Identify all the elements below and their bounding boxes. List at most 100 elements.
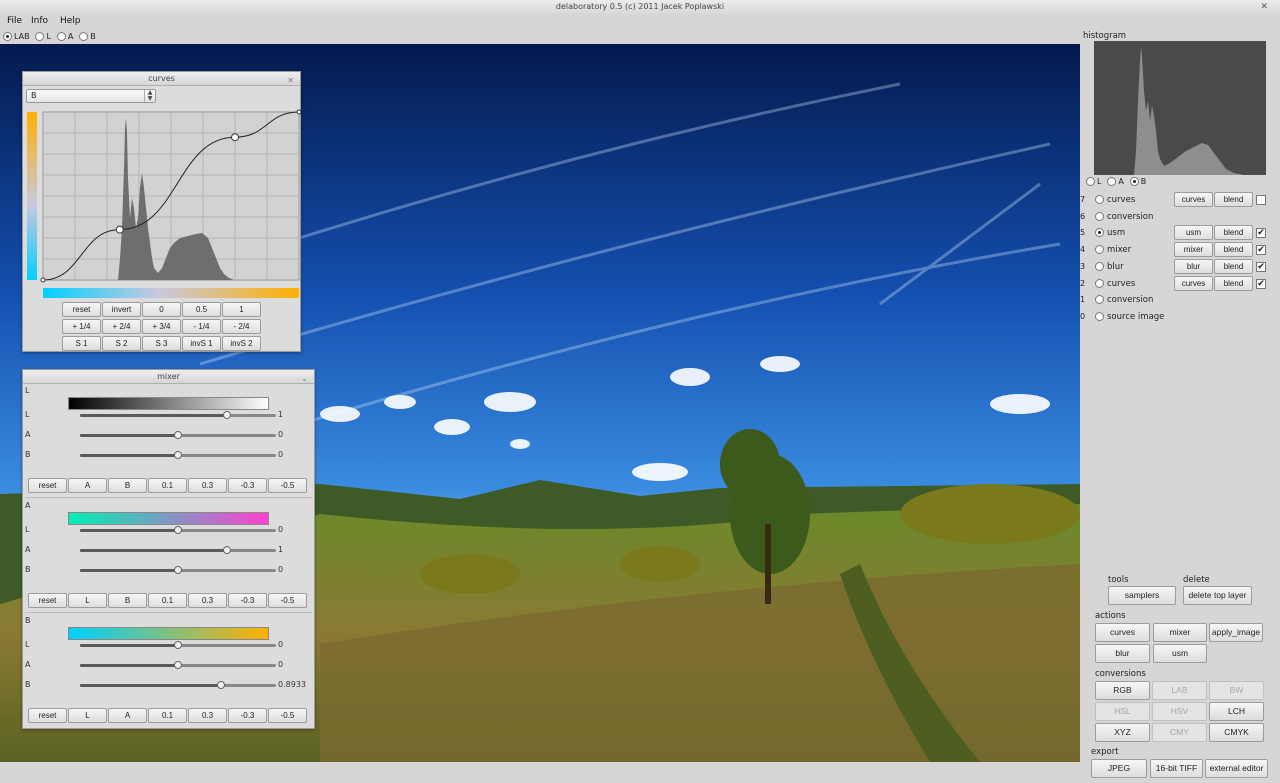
mixer-btn-l[interactable]: L xyxy=(68,708,107,723)
mixer-btn-a[interactable]: A xyxy=(108,708,147,723)
mixer-btn-reset[interactable]: reset xyxy=(28,593,67,608)
curves-btn-3-4[interactable]: + 3/4 xyxy=(142,319,181,334)
layer-row-usm[interactable]: 5 usm usm blend ✔ xyxy=(1080,225,1280,241)
menu-info[interactable]: Info xyxy=(31,16,48,26)
mixer-slider-thumb[interactable] xyxy=(174,526,182,534)
mixer-slider-thumb[interactable] xyxy=(174,641,182,649)
layer-enable-checkbox[interactable] xyxy=(1256,195,1266,205)
histogram-b-radio[interactable] xyxy=(1129,177,1139,186)
curves-btn-1-4[interactable]: - 1/4 xyxy=(182,319,221,334)
curves-btn-invs-1[interactable]: invS 1 xyxy=(182,336,221,351)
close-icon[interactable]: ✕ xyxy=(287,74,294,87)
action-usm-button[interactable]: usm xyxy=(1153,644,1207,663)
mixer-slider-thumb[interactable] xyxy=(174,661,182,669)
layer-row-curves[interactable]: 2 curves curves blend ✔ xyxy=(1080,275,1280,292)
action-mixer-button[interactable]: mixer xyxy=(1153,623,1207,642)
layer-blend-button[interactable]: blend xyxy=(1214,242,1253,258)
curves-btn-1[interactable]: 1 xyxy=(222,302,261,317)
menu-file[interactable]: File xyxy=(7,16,22,26)
layer-enable-checkbox[interactable]: ✔ xyxy=(1256,228,1266,239)
curves-btn-1-4[interactable]: + 1/4 xyxy=(62,319,101,334)
layer-row-mixer[interactable]: 4 mixer mixer blend ✔ xyxy=(1080,242,1280,258)
layer-row-source-image[interactable]: 0 source image xyxy=(1080,309,1280,325)
curves-btn-0[interactable]: 0 xyxy=(142,302,181,317)
layer-enable-checkbox[interactable]: ✔ xyxy=(1256,261,1266,272)
mode-l-radio[interactable] xyxy=(35,32,45,41)
layer-usm-button[interactable]: usm xyxy=(1174,225,1213,241)
export-tiff-button[interactable]: 16-bit TIFF xyxy=(1150,759,1203,778)
layer-select-radio[interactable] xyxy=(1095,211,1104,221)
mixer-slider[interactable] xyxy=(80,681,276,689)
mixer-btn-0-3[interactable]: 0.3 xyxy=(188,708,227,723)
layer-enable-checkbox[interactable]: ✔ xyxy=(1256,278,1266,289)
curve-control-point[interactable] xyxy=(40,277,46,283)
layer-row-conversion[interactable]: 1 conversion xyxy=(1080,292,1280,308)
mixer-slider[interactable] xyxy=(80,411,276,419)
layer-select-radio[interactable] xyxy=(1095,295,1104,305)
export-external-editor-button[interactable]: external editor xyxy=(1205,759,1268,778)
mode-b-radio[interactable] xyxy=(79,32,89,41)
mixer-btn-a[interactable]: A xyxy=(68,478,107,493)
layer-curves-button[interactable]: curves xyxy=(1174,275,1213,291)
action-curves-button[interactable]: curves xyxy=(1095,623,1150,642)
convert-cmyk-button[interactable]: CMYK xyxy=(1209,723,1264,742)
curves-btn-2-4[interactable]: + 2/4 xyxy=(102,319,141,334)
layer-enable-checkbox[interactable]: ✔ xyxy=(1256,245,1266,256)
samplers-button[interactable]: samplers xyxy=(1108,586,1176,605)
curves-btn-invert[interactable]: invert xyxy=(102,302,141,317)
layer-row-curves[interactable]: 7 curves curves blend xyxy=(1080,192,1280,208)
mixer-slider[interactable] xyxy=(80,661,276,669)
mixer-btn-reset[interactable]: reset xyxy=(28,708,67,723)
mixer-slider[interactable] xyxy=(80,431,276,439)
histogram-l-radio[interactable] xyxy=(1086,177,1095,186)
layer-curves-button[interactable]: curves xyxy=(1174,192,1213,207)
mixer-btn-0-5[interactable]: -0.5 xyxy=(268,593,307,608)
menu-help[interactable]: Help xyxy=(60,16,81,26)
mixer-slider-thumb[interactable] xyxy=(174,451,182,459)
curves-channel-select[interactable]: B ▲ ▼ xyxy=(26,89,156,103)
layer-row-blur[interactable]: 3 blur blur blend ✔ xyxy=(1080,258,1280,275)
mixer-btn-0-5[interactable]: -0.5 xyxy=(268,478,307,493)
mode-a-radio[interactable] xyxy=(56,32,66,41)
layer-blur-button[interactable]: blur xyxy=(1174,258,1213,274)
layer-select-radio[interactable] xyxy=(1095,278,1104,288)
curves-btn-s-2[interactable]: S 2 xyxy=(102,336,141,351)
export-jpeg-button[interactable]: JPEG xyxy=(1091,759,1147,778)
layer-blend-button[interactable]: blend xyxy=(1214,192,1253,207)
histogram-a-radio[interactable] xyxy=(1107,177,1117,186)
mixer-slider-thumb[interactable] xyxy=(217,681,226,689)
curves-btn-s-1[interactable]: S 1 xyxy=(62,336,101,351)
mixer-slider[interactable] xyxy=(80,451,276,459)
mixer-btn-0-3[interactable]: -0.3 xyxy=(228,593,267,608)
mixer-btn-b[interactable]: B xyxy=(108,478,147,493)
mixer-btn-b[interactable]: B xyxy=(108,593,147,608)
layer-select-radio[interactable] xyxy=(1095,195,1104,204)
curve-control-point[interactable] xyxy=(115,225,124,234)
convert-rgb-button[interactable]: RGB xyxy=(1095,681,1150,700)
mixer-btn-0-3[interactable]: -0.3 xyxy=(228,478,267,493)
curves-btn-invs-2[interactable]: invS 2 xyxy=(222,336,261,351)
curves-editor[interactable] xyxy=(24,108,301,303)
curves-btn-reset[interactable]: reset xyxy=(62,302,101,317)
layer-select-radio[interactable] xyxy=(1095,228,1104,238)
layer-blend-button[interactable]: blend xyxy=(1214,258,1253,274)
mixer-slider-thumb[interactable] xyxy=(174,431,182,439)
mixer-btn-reset[interactable]: reset xyxy=(28,478,67,493)
layer-select-radio[interactable] xyxy=(1095,311,1104,321)
layer-blend-button[interactable]: blend xyxy=(1214,225,1253,241)
delete-top-layer-button[interactable]: delete top layer xyxy=(1183,586,1252,605)
mixer-btn-0-1[interactable]: 0.1 xyxy=(148,593,187,608)
mixer-btn-0-3[interactable]: 0.3 xyxy=(188,478,227,493)
mixer-slider[interactable] xyxy=(80,546,276,554)
curve-control-point[interactable] xyxy=(231,133,239,142)
window-close-icon[interactable]: ✕ xyxy=(1260,2,1268,12)
action-blur-button[interactable]: blur xyxy=(1095,644,1150,663)
mode-lab-radio[interactable] xyxy=(3,32,12,41)
layer-mixer-button[interactable]: mixer xyxy=(1174,242,1213,258)
mixer-slider[interactable] xyxy=(80,526,276,534)
mixer-btn-0-1[interactable]: 0.1 xyxy=(148,478,187,493)
layer-row-conversion[interactable]: 6 conversion xyxy=(1080,209,1280,225)
layer-select-radio[interactable] xyxy=(1095,261,1104,271)
layer-select-radio[interactable] xyxy=(1095,245,1104,255)
mixer-btn-l[interactable]: L xyxy=(68,593,107,608)
